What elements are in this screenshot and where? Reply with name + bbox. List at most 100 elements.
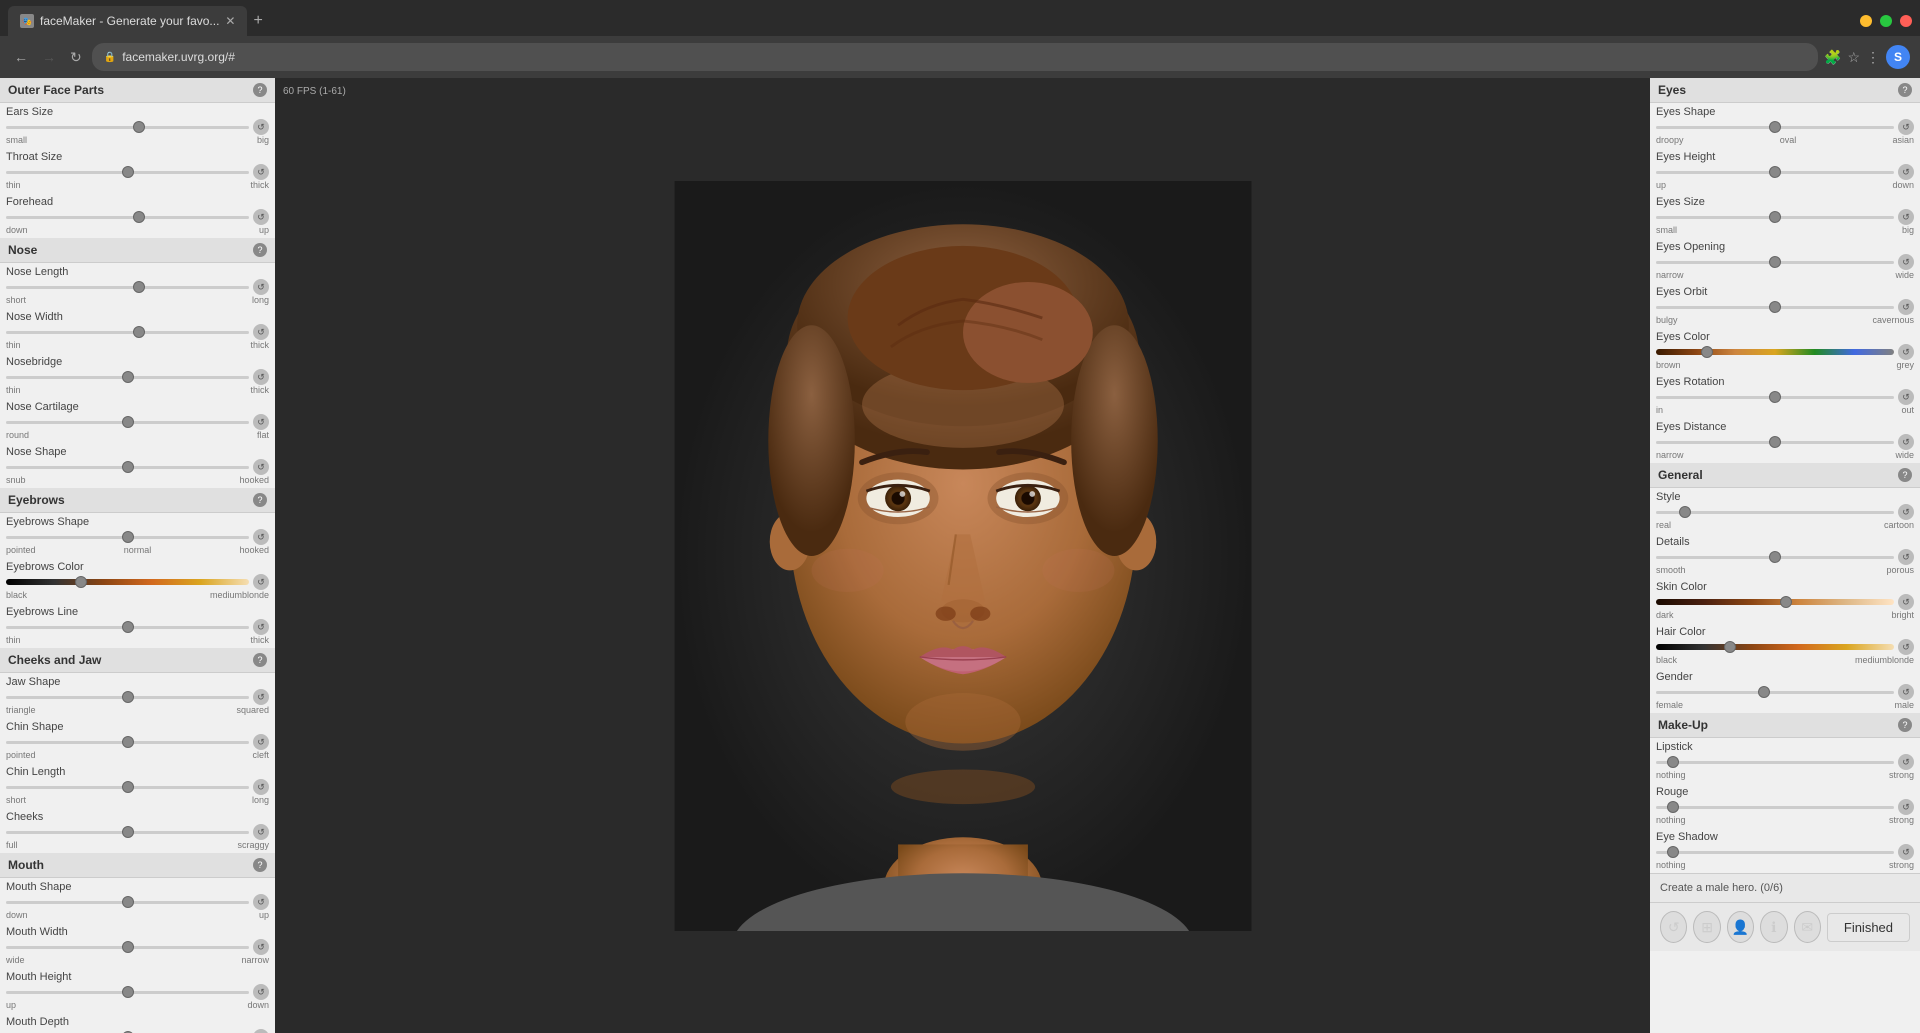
nose-cartilage-reset[interactable]: ↺ [253,414,269,430]
maximize-button[interactable] [1880,15,1892,27]
makeup-help[interactable]: ? [1898,718,1912,732]
mail-action-button[interactable]: ✉ [1794,911,1821,943]
eyes-color-slider[interactable] [1656,351,1894,354]
mouth-height-reset[interactable]: ↺ [253,984,269,1000]
eyes-orbit-slider[interactable] [1656,306,1894,309]
style-slider[interactable] [1656,511,1894,514]
eyes-size-slider[interactable] [1656,216,1894,219]
nose-help[interactable]: ? [253,243,267,257]
reload-button[interactable]: ↻ [66,47,86,68]
eyebrows-shape-slider[interactable] [6,536,249,539]
eye-shadow-slider[interactable] [1656,851,1894,854]
nosebridge-slider[interactable] [6,376,249,379]
nose-length-reset[interactable]: ↺ [253,279,269,295]
throat-size-reset[interactable]: ↺ [253,164,269,180]
eyes-distance-reset[interactable]: ↺ [1898,434,1914,450]
back-button[interactable]: ← [10,47,32,67]
forward-button[interactable]: → [38,47,60,67]
general-help[interactable]: ? [1898,468,1912,482]
jaw-shape-slider[interactable] [6,696,249,699]
jaw-shape-reset[interactable]: ↺ [253,689,269,705]
close-button[interactable] [1900,15,1912,27]
chin-shape-slider[interactable] [6,741,249,744]
eyes-help[interactable]: ? [1898,83,1912,97]
reset-action-button[interactable]: ↺ [1660,911,1687,943]
nose-length-slider[interactable] [6,286,249,289]
rouge-slider[interactable] [1656,806,1894,809]
eyes-orbit-reset[interactable]: ↺ [1898,299,1914,315]
grid-action-button[interactable]: ⊞ [1693,911,1720,943]
minimize-button[interactable] [1860,15,1872,27]
nosebridge-reset[interactable]: ↺ [253,369,269,385]
chin-length-reset[interactable]: ↺ [253,779,269,795]
ears-size-slider[interactable] [6,126,249,129]
eyes-height-reset[interactable]: ↺ [1898,164,1914,180]
url-bar[interactable]: 🔒 facemaker.uvrg.org/# [92,43,1818,71]
eye-shadow-reset[interactable]: ↺ [1898,844,1914,860]
nose-width-reset[interactable]: ↺ [253,324,269,340]
finished-button[interactable]: Finished [1827,913,1910,942]
eyebrows-color-reset[interactable]: ↺ [253,574,269,590]
nose-width-slider[interactable] [6,331,249,334]
eyes-size-reset[interactable]: ↺ [1898,209,1914,225]
eyes-height-slider[interactable] [1656,171,1894,174]
eyes-rotation-slider[interactable] [1656,396,1894,399]
eyes-opening-slider[interactable] [1656,261,1894,264]
lipstick-slider[interactable] [1656,761,1894,764]
eyes-distance-slider[interactable] [1656,441,1894,444]
mouth-shape-reset[interactable]: ↺ [253,894,269,910]
chin-shape-reset[interactable]: ↺ [253,734,269,750]
ears-size-reset[interactable]: ↺ [253,119,269,135]
mouth-depth-reset[interactable]: ↺ [253,1029,269,1033]
cheeks-jaw-help[interactable]: ? [253,653,267,667]
person-action-button[interactable]: 👤 [1727,911,1754,943]
nose-shape-reset[interactable]: ↺ [253,459,269,475]
eyes-shape-reset[interactable]: ↺ [1898,119,1914,135]
skin-color-slider[interactable] [1656,601,1894,604]
eyebrows-line-reset[interactable]: ↺ [253,619,269,635]
mouth-shape-slider[interactable] [6,901,249,904]
gender-reset[interactable]: ↺ [1898,684,1914,700]
gender-slider[interactable] [1656,691,1894,694]
more-button[interactable]: ⋮ [1866,49,1880,66]
eyebrows-shape-reset[interactable]: ↺ [253,529,269,545]
forehead-reset[interactable]: ↺ [253,209,269,225]
mouth-help[interactable]: ? [253,858,267,872]
bookmark-button[interactable]: ☆ [1847,49,1860,66]
nose-shape-slider[interactable] [6,466,249,469]
details-slider[interactable] [1656,556,1894,559]
tab-close-button[interactable]: ✕ [225,14,235,28]
eyebrows-help[interactable]: ? [253,493,267,507]
new-tab-button[interactable]: + [247,10,268,32]
mouth-width-slider[interactable] [6,946,249,949]
skin-color-reset[interactable]: ↺ [1898,594,1914,610]
info-action-button[interactable]: ℹ [1760,911,1787,943]
eyebrows-line-slider[interactable] [6,626,249,629]
eyebrows-color-slider[interactable] [6,581,249,584]
cheeks-jaw-title: Cheeks and Jaw [8,653,101,667]
forehead-slider[interactable] [6,216,249,219]
eyes-shape-slider[interactable] [1656,126,1894,129]
cheeks-reset[interactable]: ↺ [253,824,269,840]
nose-width-label: Nose Width [6,311,269,323]
nose-cartilage-slider[interactable] [6,421,249,424]
rouge-reset[interactable]: ↺ [1898,799,1914,815]
eyes-opening-row: Eyes Opening ↺ narrowwide [1650,238,1920,283]
cheeks-slider[interactable] [6,831,249,834]
mouth-height-slider[interactable] [6,991,249,994]
eyes-opening-reset[interactable]: ↺ [1898,254,1914,270]
chin-length-slider[interactable] [6,786,249,789]
browser-tab[interactable]: 🎭 faceMaker - Generate your favo... ✕ [8,6,247,36]
style-reset[interactable]: ↺ [1898,504,1914,520]
eyes-color-reset[interactable]: ↺ [1898,344,1914,360]
throat-size-slider[interactable] [6,171,249,174]
outer-face-help[interactable]: ? [253,83,267,97]
lipstick-reset[interactable]: ↺ [1898,754,1914,770]
details-reset[interactable]: ↺ [1898,549,1914,565]
profile-icon[interactable]: S [1886,45,1910,69]
hair-color-slider[interactable] [1656,646,1894,649]
hair-color-reset[interactable]: ↺ [1898,639,1914,655]
eyes-rotation-reset[interactable]: ↺ [1898,389,1914,405]
extensions-button[interactable]: 🧩 [1824,49,1841,66]
mouth-width-reset[interactable]: ↺ [253,939,269,955]
